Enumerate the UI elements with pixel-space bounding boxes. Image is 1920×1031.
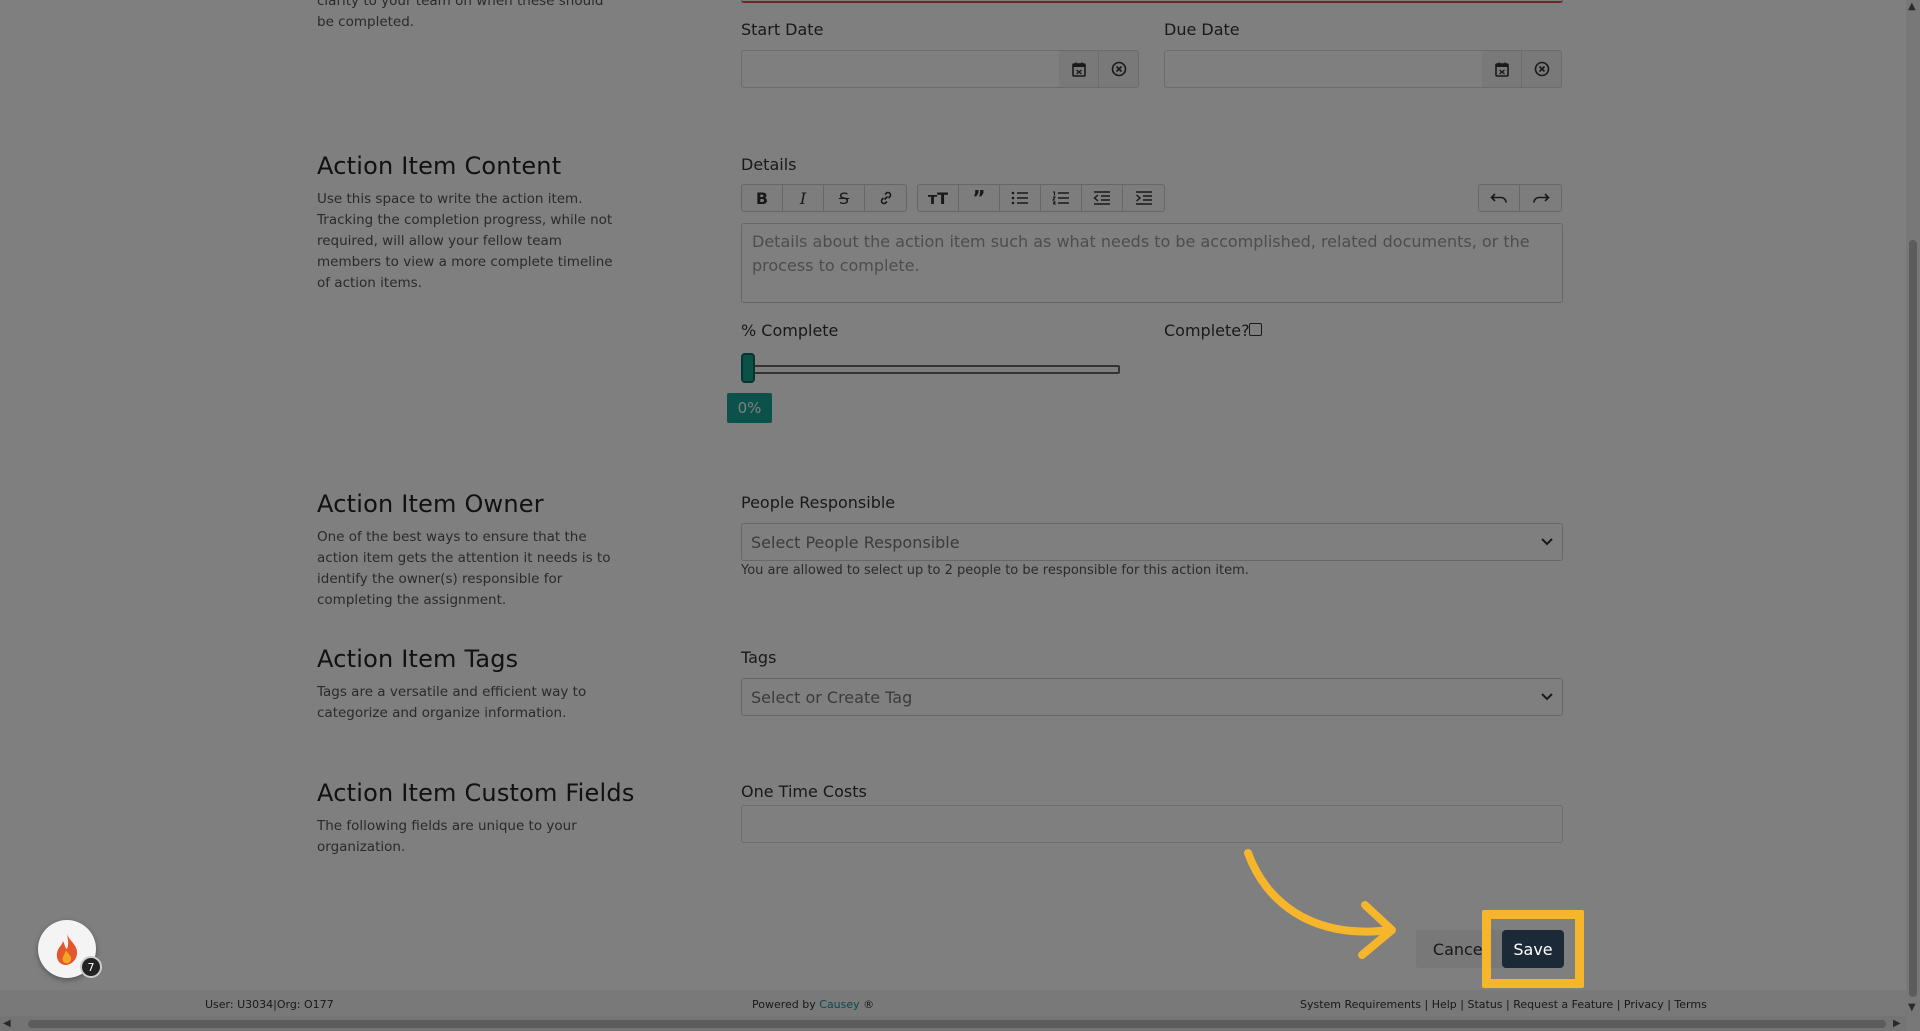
numbered-list-button[interactable] (1041, 185, 1082, 211)
tags-select[interactable]: Select or Create Tag (741, 678, 1563, 716)
italic-icon: I (799, 188, 807, 208)
bold-button[interactable]: B (742, 185, 783, 211)
complete-checkbox[interactable] (1249, 323, 1262, 336)
link-button[interactable] (865, 185, 906, 211)
calendar-icon (1071, 62, 1086, 77)
due-date-label: Due Date (1164, 20, 1240, 39)
numbered-list-icon (1052, 191, 1069, 205)
action-item-form-page: clarity to your team on when these shoul… (0, 0, 1920, 1031)
tags-section-description: Tags are a versatile and efficient way t… (317, 684, 587, 721)
clear-circle-icon (1111, 61, 1126, 77)
outdent-icon (1093, 191, 1110, 205)
indent-button[interactable] (1123, 185, 1164, 211)
flame-icon (56, 934, 78, 965)
content-section-title: Action Item Content (317, 152, 562, 180)
scroll-right-arrow-icon[interactable]: ▶ (1893, 1018, 1901, 1029)
heading-icon: тT (927, 188, 949, 208)
people-responsible-help: You are allowed to select up to 2 people… (741, 563, 1249, 578)
due-date-calendar-button[interactable] (1482, 50, 1522, 88)
editor-history-toolbar (1478, 184, 1562, 212)
footer-links[interactable]: System Requirements | Help | Status | Re… (1300, 998, 1707, 1011)
owner-section-description: One of the best ways to ensure that the … (317, 529, 611, 608)
due-date-group (1164, 50, 1562, 88)
tags-placeholder: Select or Create Tag (751, 687, 913, 707)
chevron-down-icon (1541, 538, 1553, 546)
italic-button[interactable]: I (783, 185, 824, 211)
footer-powered-prefix: Powered by (752, 998, 816, 1011)
start-date-label: Start Date (741, 20, 824, 39)
due-date-clear-button[interactable] (1522, 50, 1562, 88)
calendar-icon (1494, 62, 1509, 77)
start-date-group (741, 50, 1139, 88)
tutorial-dim-overlay (0, 0, 1920, 1031)
horizontal-scrollbar[interactable]: ◀ ▶ (0, 1016, 1906, 1031)
percent-complete-label: % Complete (741, 321, 839, 340)
pointer-arrow-icon (1244, 849, 1396, 959)
bullet-list-button[interactable] (1000, 185, 1041, 211)
footer-powered-by: Powered by Causey ® (752, 998, 874, 1011)
start-date-calendar-button[interactable] (1059, 50, 1099, 88)
footer-brand-suffix: ® (863, 998, 875, 1011)
strikethrough-icon: S (838, 188, 850, 208)
undo-button[interactable] (1479, 185, 1520, 211)
editor-format-toolbar: B I S (741, 184, 907, 212)
save-button[interactable]: Save (1502, 930, 1564, 968)
blockquote-button[interactable]: ” (959, 185, 1000, 211)
horizontal-scroll-thumb[interactable] (28, 1020, 1886, 1028)
previous-field-error-border (741, 0, 1563, 3)
complete-checkbox-label: Complete? (1164, 321, 1250, 340)
clear-circle-icon (1534, 61, 1549, 77)
quote-icon: ” (972, 186, 986, 210)
notification-count-badge: 7 (80, 956, 102, 978)
one-time-costs-input[interactable] (741, 805, 1563, 843)
start-date-input[interactable] (741, 50, 1059, 88)
chevron-down-icon (1541, 693, 1553, 701)
people-responsible-placeholder: Select People Responsible (751, 532, 960, 552)
owner-section-title: Action Item Owner (317, 490, 544, 518)
due-date-input[interactable] (1164, 50, 1482, 88)
heading-button[interactable]: тT (918, 185, 959, 211)
footer-brand-link[interactable]: Causey (819, 998, 859, 1011)
redo-button[interactable] (1520, 185, 1561, 211)
tags-label: Tags (741, 648, 777, 667)
people-responsible-label: People Responsible (741, 493, 896, 512)
details-label: Details (741, 155, 797, 174)
page-footer: User: U3034|Org: O177 Powered by Causey … (0, 990, 1906, 1016)
scroll-up-arrow-icon[interactable]: ▲ (1908, 1, 1916, 12)
schedule-section-description: clarity to your team on when these shoul… (317, 0, 604, 30)
bullet-list-icon (1011, 191, 1028, 205)
strikethrough-button[interactable]: S (824, 185, 865, 211)
one-time-costs-label: One Time Costs (741, 782, 867, 801)
start-date-clear-button[interactable] (1099, 50, 1139, 88)
tags-section-title: Action Item Tags (317, 645, 519, 673)
vertical-scrollbar[interactable]: ▲ ▼ (1906, 0, 1920, 1031)
scroll-left-arrow-icon[interactable]: ◀ (3, 1018, 11, 1029)
details-editor[interactable]: Details about the action item such as wh… (741, 223, 1563, 303)
redo-icon (1532, 193, 1550, 203)
custom-fields-section-title: Action Item Custom Fields (317, 779, 635, 807)
outdent-button[interactable] (1082, 185, 1123, 211)
percent-complete-slider-track[interactable] (741, 365, 1120, 374)
people-responsible-select[interactable]: Select People Responsible (741, 523, 1563, 561)
scroll-down-arrow-icon[interactable]: ▼ (1908, 1002, 1916, 1013)
undo-icon (1490, 193, 1507, 203)
percent-complete-value-badge: 0% (727, 393, 772, 423)
bold-icon: B (755, 188, 769, 208)
vertical-scroll-thumb[interactable] (1909, 240, 1917, 997)
percent-complete-slider-handle[interactable] (741, 353, 755, 383)
custom-fields-section-description: The following fields are unique to your … (317, 818, 577, 855)
editor-block-toolbar: тT ” (917, 184, 1165, 212)
content-section-description: Use this space to write the action item.… (317, 191, 613, 291)
details-placeholder: Details about the action item such as wh… (752, 232, 1530, 275)
link-icon (880, 191, 891, 205)
footer-user-info: User: U3034|Org: O177 (205, 998, 334, 1011)
indent-icon (1135, 191, 1152, 205)
